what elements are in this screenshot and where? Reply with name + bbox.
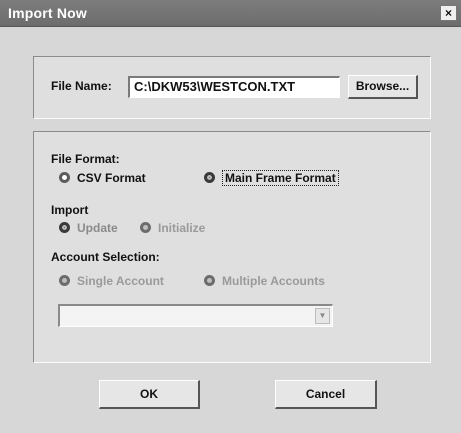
file-name-input[interactable]: C:\DKW53\WESTCON.TXT bbox=[128, 76, 340, 98]
browse-button[interactable]: Browse... bbox=[348, 75, 418, 99]
account-combo[interactable]: ▼ bbox=[58, 304, 333, 327]
radio-csv-format[interactable]: CSV Format bbox=[59, 171, 146, 185]
options-group: File Format: CSV Format Main Frame Forma… bbox=[33, 131, 431, 363]
radio-multiple-accounts-label: Multiple Accounts bbox=[222, 274, 325, 288]
radio-single-account[interactable]: Single Account bbox=[59, 274, 164, 288]
radio-indicator bbox=[204, 172, 215, 183]
ok-button[interactable]: OK bbox=[99, 380, 200, 409]
cancel-button[interactable]: Cancel bbox=[275, 380, 377, 409]
radio-indicator bbox=[59, 222, 70, 233]
close-icon[interactable]: × bbox=[440, 5, 457, 21]
radio-main-frame-format-label: Main Frame Format bbox=[222, 170, 339, 186]
radio-indicator bbox=[140, 222, 151, 233]
import-label: Import bbox=[51, 203, 89, 217]
radio-indicator bbox=[59, 172, 70, 183]
radio-csv-format-label: CSV Format bbox=[77, 171, 146, 185]
title-bar: Import Now × bbox=[0, 0, 461, 27]
account-selection-label: Account Selection: bbox=[51, 250, 160, 264]
radio-indicator bbox=[59, 275, 70, 286]
radio-single-account-label: Single Account bbox=[77, 274, 164, 288]
radio-initialize-label: Initialize bbox=[158, 221, 206, 235]
radio-indicator bbox=[204, 275, 215, 286]
file-name-label: File Name: bbox=[51, 79, 112, 93]
chevron-down-icon[interactable]: ▼ bbox=[315, 308, 330, 324]
file-name-group: File Name: C:\DKW53\WESTCON.TXT Browse..… bbox=[33, 56, 431, 119]
radio-initialize[interactable]: Initialize bbox=[140, 221, 205, 235]
radio-update-label: Update bbox=[77, 221, 118, 235]
radio-update[interactable]: Update bbox=[59, 221, 118, 235]
radio-main-frame-format[interactable]: Main Frame Format bbox=[204, 170, 339, 186]
radio-multiple-accounts[interactable]: Multiple Accounts bbox=[204, 274, 325, 288]
file-format-label: File Format: bbox=[51, 152, 120, 166]
window-title: Import Now bbox=[8, 5, 87, 21]
